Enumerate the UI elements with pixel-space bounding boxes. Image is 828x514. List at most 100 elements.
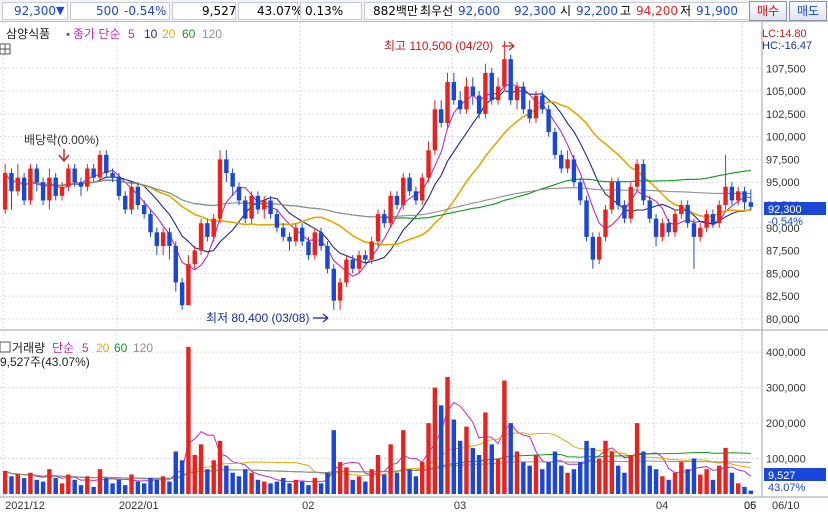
volume-bar (369, 469, 374, 494)
candle-body (527, 109, 532, 119)
volume-bar (9, 476, 14, 494)
candle-body (641, 163, 646, 201)
candle-body (236, 186, 242, 201)
volume-bar (34, 479, 39, 494)
current-volume-tag-value: 9,527 (768, 470, 796, 482)
candle-body (72, 168, 77, 183)
volume-bar (268, 483, 273, 494)
volume-bar (173, 451, 178, 494)
candle-body (401, 177, 406, 205)
volume-bar (735, 483, 741, 494)
volume-bar (533, 455, 539, 494)
candle-body (167, 232, 172, 246)
volume-tick-label: 100,000 (766, 454, 806, 466)
volume-bar (622, 472, 627, 494)
volume-tick-label: 200,000 (766, 418, 806, 430)
candle-body (634, 163, 640, 187)
volume-bar (287, 483, 292, 494)
candle-body (609, 182, 615, 210)
candle-body (382, 214, 387, 224)
stock-chart[interactable]: 최고 110,500 (04/20) 최저 80,400 (03/08) 배당락… (0, 22, 828, 514)
vol-ma5-label: 5 (82, 341, 89, 355)
candle-body (306, 241, 311, 256)
volume-bar (704, 469, 709, 494)
candle-body (287, 236, 292, 242)
candle-body (85, 168, 90, 187)
dividend-annotation: 배당락(0.00%) (24, 133, 99, 147)
buy-button[interactable]: 매수 (749, 1, 787, 21)
price-tick-label: 85,000 (766, 268, 800, 280)
trade-volume: 9,527 (202, 4, 237, 18)
volume-bar (407, 469, 412, 494)
volume-bar (318, 483, 324, 494)
volume-subtitle: 9,527주(43.07%) (0, 355, 90, 369)
volume-bar (729, 472, 735, 494)
best-bid-label: 최우선 (420, 4, 454, 18)
candle-body (457, 100, 463, 110)
volume-bar (647, 465, 652, 494)
candle-body (47, 177, 52, 201)
candle-body (470, 86, 476, 96)
volume-bar (742, 486, 747, 494)
volume-bar (495, 458, 501, 494)
volume-bar (451, 419, 457, 494)
date-tick-label: 2021/12 (5, 500, 45, 512)
volume-bar (438, 405, 444, 494)
price-tick-label: 100,000 (766, 132, 806, 144)
volume-bar (401, 430, 406, 494)
price-change-rate: -0.54% (124, 4, 167, 18)
volume-bar (748, 490, 754, 494)
candle-body (748, 202, 754, 207)
candle-body (704, 214, 709, 228)
volume-bar (331, 430, 336, 494)
volume-grid-toggle-icon[interactable] (0, 341, 11, 353)
date-tick-label: 06 (744, 500, 756, 512)
volume-bar (559, 465, 564, 494)
candle-body (622, 204, 627, 219)
volume-ma-label: 단순 (52, 341, 74, 355)
candle-body (268, 200, 273, 215)
candle-body (521, 86, 526, 110)
volume-bar (59, 483, 65, 494)
volume-bar (710, 479, 716, 494)
sell-button[interactable]: 매도 (789, 1, 827, 21)
candle-body (116, 177, 122, 196)
candle-body (653, 218, 659, 237)
volume-bar (249, 472, 254, 494)
candle-body (255, 195, 261, 210)
candle-body (407, 177, 412, 192)
volume-bar (596, 458, 602, 494)
volume-bar (666, 479, 671, 494)
volume-bar (192, 455, 197, 494)
candle-body (578, 182, 583, 201)
candle-body (293, 227, 299, 242)
high-label: 고 (620, 4, 632, 18)
volume-bar (723, 447, 728, 494)
candle-body (141, 204, 147, 215)
price-tick-label: 82,500 (766, 291, 800, 303)
date-tick-label: 02 (302, 500, 314, 512)
candle-body (135, 186, 141, 205)
candle-body (211, 218, 216, 237)
candle-body (123, 195, 128, 210)
open-price: 92,200 (576, 4, 618, 18)
volume-bar (489, 444, 494, 494)
volume-bar (546, 462, 551, 494)
volume-bar (375, 455, 381, 494)
candle-body (666, 223, 671, 233)
candle-body (34, 168, 39, 183)
stock-name: 삼양식품 (6, 27, 50, 41)
candle-body (198, 223, 204, 251)
candle-body (262, 200, 267, 210)
open-label: 시 (560, 4, 572, 18)
volume-bar (691, 458, 697, 494)
volume-bar (470, 447, 476, 494)
candle-body (312, 232, 318, 256)
price-tick-label: 87,500 (766, 246, 800, 258)
volume-bar (217, 440, 223, 494)
volume-bar (565, 472, 570, 494)
candle-body (584, 200, 589, 237)
date-tick-label: 06/10 (772, 500, 800, 512)
high-price: 94,200 (636, 4, 678, 18)
candle-body (388, 195, 393, 224)
